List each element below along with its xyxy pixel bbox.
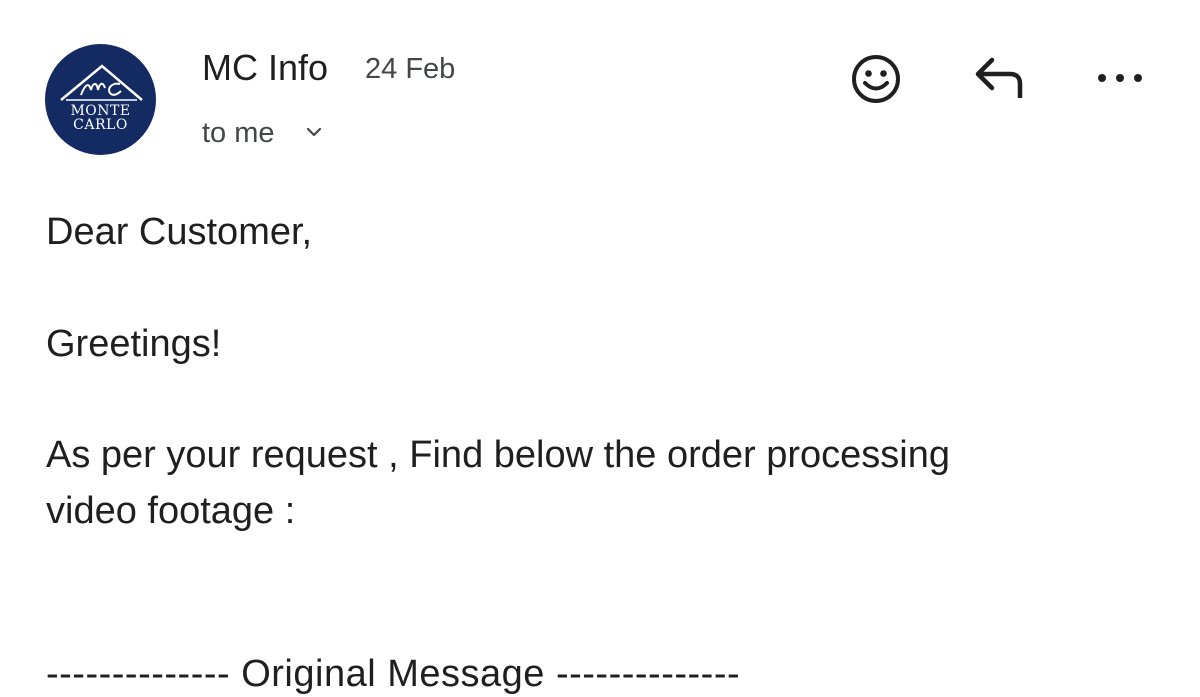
- email-greeting: Dear Customer,: [46, 204, 312, 260]
- more-options-icon: [1098, 74, 1142, 82]
- reply-button[interactable]: [970, 54, 1028, 102]
- separator-text: -------------- Original Message --------…: [46, 653, 741, 695]
- sender-avatar[interactable]: MONTE CARLO: [45, 44, 156, 155]
- recipient-label: to me: [202, 117, 275, 149]
- logo-text-line2: CARLO: [73, 117, 128, 133]
- smiley-icon: [852, 55, 900, 103]
- email-greetings: Greetings!: [46, 316, 221, 372]
- email-header: MONTE CARLO MC Info 24 Feb to me: [0, 0, 1200, 170]
- original-message-separator: -------------- Original Message --------…: [46, 646, 740, 697]
- greeting-text: Dear Customer,: [46, 211, 313, 253]
- email-date: 24 Feb: [365, 53, 456, 85]
- sender-name[interactable]: MC Info: [202, 46, 328, 90]
- message-line-2: video footage :: [46, 490, 296, 532]
- monte-carlo-logo-icon: [60, 64, 143, 101]
- recipient-details-toggle[interactable]: to me: [202, 115, 325, 151]
- more-options-button[interactable]: [1094, 60, 1146, 96]
- message-line-1: As per your request , Find below the ord…: [46, 434, 951, 476]
- add-reaction-button[interactable]: [849, 52, 903, 106]
- logo-text-line1: MONTE: [70, 103, 131, 119]
- email-message: As per your request , Find below the ord…: [46, 427, 1186, 539]
- reply-icon: [975, 57, 1023, 98]
- chevron-down-icon: [306, 127, 321, 137]
- greetings-text: Greetings!: [46, 323, 222, 365]
